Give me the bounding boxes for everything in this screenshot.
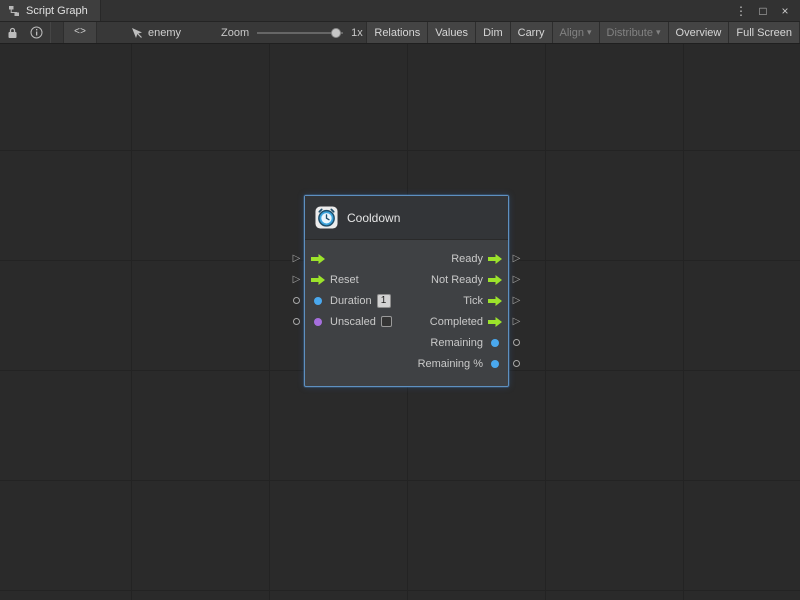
zoom-slider[interactable] <box>257 22 343 44</box>
carry-button[interactable]: Carry <box>510 22 552 43</box>
align-button[interactable]: Align ▾ <box>552 22 599 43</box>
zoom-value: 1x <box>351 27 363 39</box>
flow-arrow-icon[interactable] <box>311 275 325 285</box>
window-menu-button[interactable]: ⋮ <box>732 2 750 20</box>
port-label: Remaining <box>430 337 483 349</box>
port-label: Remaining % <box>418 358 483 370</box>
port-label: Ready <box>451 253 483 265</box>
toolbar-buttons: Relations Values Dim Carry Align ▾ Distr… <box>366 22 800 43</box>
port-row: Duration Tick <box>305 290 508 311</box>
node-title: Cooldown <box>347 211 400 225</box>
graph-canvas[interactable]: ▷ ▷ Cooldown <box>0 44 800 600</box>
value-input-connector[interactable] <box>293 318 300 325</box>
flow-output-connector[interactable]: ▷ <box>513 254 521 264</box>
zoom-control: Zoom 1x <box>221 22 363 43</box>
overview-button[interactable]: Overview <box>668 22 729 43</box>
titlebar: Script Graph ⋮ □ × <box>0 0 800 22</box>
port-row: Reset Not Ready <box>305 269 508 290</box>
tab-script-graph[interactable]: Script Graph <box>0 0 101 21</box>
value-port-icon[interactable] <box>314 297 322 305</box>
distribute-button-label: Distribute <box>607 27 653 39</box>
port-label: Unscaled <box>330 316 376 328</box>
window-close-button[interactable]: × <box>776 2 794 20</box>
cooldown-node-header[interactable]: Cooldown <box>305 196 508 240</box>
relations-button[interactable]: Relations <box>366 22 427 43</box>
value-port-icon[interactable] <box>491 360 499 368</box>
flow-output-connector[interactable]: ▷ <box>513 317 521 327</box>
tab-title: Script Graph <box>26 5 88 17</box>
graph-toolbar: <> enemy Zoom 1x Relations Values Dim Ca… <box>0 22 800 44</box>
lock-icon <box>7 27 18 39</box>
value-output-connector[interactable] <box>513 339 520 346</box>
zoom-slider-handle[interactable] <box>331 28 341 38</box>
port-label: Tick <box>463 295 483 307</box>
window-maximize-button[interactable]: □ <box>754 2 772 20</box>
cooldown-node-area: ▷ ▷ Cooldown <box>289 195 524 387</box>
flow-arrow-icon[interactable] <box>488 254 502 264</box>
port-row: Unscaled Completed <box>305 311 508 332</box>
full-screen-button[interactable]: Full Screen <box>728 22 800 43</box>
alarm-clock-icon <box>315 206 338 229</box>
flow-input-connector[interactable]: ▷ <box>293 254 301 264</box>
value-port-icon[interactable] <box>314 318 322 326</box>
value-input-connector[interactable] <box>293 297 300 304</box>
toolbar-separator <box>50 22 51 43</box>
lock-button[interactable] <box>0 22 24 43</box>
caret-down-icon: ▾ <box>656 28 661 37</box>
window-controls: ⋮ □ × <box>732 0 800 21</box>
code-view-button[interactable]: <> <box>63 22 97 43</box>
values-button[interactable]: Values <box>427 22 475 43</box>
target-name-label: enemy <box>148 27 181 39</box>
port-row: Remaining <box>305 332 508 353</box>
port-label: Not Ready <box>431 274 483 286</box>
port-label: Completed <box>430 316 483 328</box>
dim-button[interactable]: Dim <box>475 22 510 43</box>
pointer-icon <box>131 27 143 39</box>
value-output-connector[interactable] <box>513 360 520 367</box>
unity-script-graph-window: Script Graph ⋮ □ × <> <box>0 0 800 600</box>
flow-output-connector[interactable]: ▷ <box>513 296 521 306</box>
script-graph-icon <box>8 5 20 17</box>
flow-arrow-icon[interactable] <box>488 317 502 327</box>
output-connectors: ▷ ▷ ▷ ▷ <box>509 195 524 374</box>
zoom-label: Zoom <box>221 27 249 39</box>
value-port-icon[interactable] <box>491 339 499 347</box>
flow-arrow-icon[interactable] <box>488 296 502 306</box>
graph-target[interactable]: enemy <box>131 22 181 43</box>
flow-arrow-icon[interactable] <box>311 254 325 264</box>
align-button-label: Align <box>560 27 584 39</box>
cooldown-node-body: Ready Reset Not Ready <box>305 240 508 386</box>
duration-input[interactable] <box>377 294 391 308</box>
port-label: Duration <box>330 295 372 307</box>
caret-down-icon: ▾ <box>587 28 592 37</box>
info-icon <box>30 26 43 39</box>
info-button[interactable] <box>24 22 48 43</box>
distribute-button[interactable]: Distribute ▾ <box>599 22 668 43</box>
port-label: Reset <box>330 274 359 286</box>
port-row: Ready <box>305 248 508 269</box>
input-connectors: ▷ ▷ <box>289 195 304 374</box>
flow-output-connector[interactable]: ▷ <box>513 275 521 285</box>
flow-arrow-icon[interactable] <box>488 275 502 285</box>
flow-input-connector[interactable]: ▷ <box>293 275 301 285</box>
cooldown-node[interactable]: Cooldown Ready <box>304 195 509 387</box>
port-row: Remaining % <box>305 353 508 374</box>
unscaled-checkbox[interactable] <box>381 316 392 327</box>
